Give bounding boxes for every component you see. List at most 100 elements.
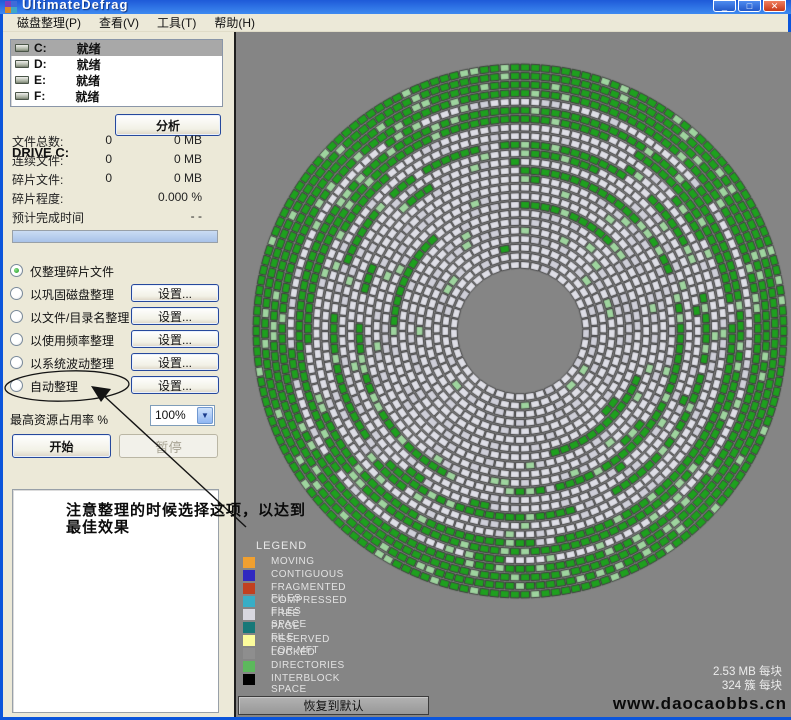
legend-item: COMPRESSED FILES bbox=[243, 595, 307, 608]
legend-swatch bbox=[243, 609, 255, 620]
radio-0[interactable] bbox=[10, 264, 23, 277]
stat-count: 0 bbox=[105, 171, 112, 185]
stat-count: 0 bbox=[105, 152, 112, 166]
option-label: 仅整理碎片文件 bbox=[30, 263, 114, 280]
option-row-4: 以系统波动整理设置... bbox=[10, 352, 222, 374]
legend-swatch bbox=[243, 622, 255, 633]
drive-row-F[interactable]: F: 就绪 bbox=[11, 88, 222, 104]
radio-3[interactable] bbox=[10, 333, 23, 346]
drive-status: 就绪 bbox=[75, 88, 99, 105]
title-bar: UltimateDefrag _ □ ✕ bbox=[0, 0, 791, 14]
settings-button-2[interactable]: 设置... bbox=[131, 307, 219, 325]
block-info: 2.53 MB 每块 324 簇 每块 bbox=[713, 665, 782, 693]
stat-label: 碎片程度: bbox=[12, 190, 63, 207]
menu-item-2[interactable]: 工具(T) bbox=[148, 13, 205, 32]
stat-label: 文件总数: bbox=[12, 133, 63, 150]
option-label: 以巩固磁盘整理 bbox=[30, 286, 114, 303]
legend-label: DIRECTORIES bbox=[271, 660, 345, 671]
maximize-button[interactable]: □ bbox=[738, 0, 761, 12]
legend-title: LEGEND bbox=[256, 540, 307, 552]
stat-label: 预计完成时间 bbox=[12, 209, 84, 226]
drive-status: 就绪 bbox=[76, 72, 100, 89]
legend: LEGEND MOVINGCONTIGUOUSFRAGMENTED FILESC… bbox=[243, 540, 307, 686]
drive-letter: E: bbox=[34, 73, 46, 87]
settings-button-3[interactable]: 设置... bbox=[131, 330, 219, 348]
stat-row: 预计完成时间 - - bbox=[12, 209, 218, 228]
stat-size: 0 MB bbox=[174, 152, 202, 166]
chevron-down-icon[interactable]: ▼ bbox=[197, 407, 213, 424]
stat-row: 碎片文件: 0 0 MB bbox=[12, 171, 218, 190]
drive-letter: F: bbox=[34, 89, 45, 103]
option-label: 以系统波动整理 bbox=[30, 355, 114, 372]
legend-label: INTERBLOCK SPACE bbox=[271, 673, 340, 695]
minimize-button[interactable]: _ bbox=[713, 0, 736, 12]
legend-item: LOCKED bbox=[243, 647, 307, 660]
option-row-5: 自动整理设置... bbox=[10, 375, 222, 397]
option-row-3: 以使用频率整理设置... bbox=[10, 329, 222, 351]
legend-item: FREE SPACE bbox=[243, 608, 307, 621]
drive-row-C[interactable]: C: 就绪 bbox=[11, 40, 222, 56]
stat-row: 碎片程度: 0.000 % bbox=[12, 190, 218, 209]
radio-1[interactable] bbox=[10, 287, 23, 300]
drive-row-E[interactable]: E: 就绪 bbox=[11, 72, 222, 88]
stat-size: 0.000 % bbox=[158, 190, 202, 204]
control-panel: C:就绪D:就绪E:就绪F:就绪 DRIVE C: 分析 文件总数:00 MB连… bbox=[3, 32, 231, 717]
stat-count: 0 bbox=[105, 133, 112, 147]
stat-size: - - bbox=[191, 209, 202, 223]
pause-button: 暂停 bbox=[119, 434, 218, 458]
stat-label: 连续文件: bbox=[12, 152, 63, 169]
window-title: UltimateDefrag bbox=[22, 0, 128, 12]
legend-item: MOVING bbox=[243, 556, 307, 569]
radio-2[interactable] bbox=[10, 310, 23, 323]
option-row-0: 仅整理碎片文件 bbox=[10, 260, 222, 282]
legend-item: DIRECTORIES bbox=[243, 660, 307, 673]
option-row-2: 以文件/目录名整理设置... bbox=[10, 306, 222, 328]
resource-usage-label: 最高资源占用率 % bbox=[10, 411, 108, 428]
legend-item: INTERBLOCK SPACE bbox=[243, 673, 307, 686]
radio-4[interactable] bbox=[10, 356, 23, 369]
cluster-size-text: 324 簇 每块 bbox=[713, 679, 782, 693]
option-label: 以文件/目录名整理 bbox=[30, 309, 129, 326]
restore-default-button[interactable]: 恢复到默认 bbox=[238, 696, 429, 715]
drive-letter: C: bbox=[34, 41, 47, 55]
legend-swatch bbox=[243, 674, 255, 685]
drive-status: 就绪 bbox=[77, 40, 101, 57]
drive-icon bbox=[15, 60, 29, 68]
legend-label: LOCKED bbox=[271, 647, 315, 658]
watermark-text: www.daocaobbs.cn bbox=[613, 694, 787, 714]
stat-row: 连续文件: 0 0 MB bbox=[12, 152, 218, 171]
menu-item-1[interactable]: 查看(V) bbox=[90, 13, 148, 32]
drive-list[interactable]: C:就绪D:就绪E:就绪F:就绪 bbox=[10, 39, 223, 107]
legend-item: RESERVED FOR MFT bbox=[243, 634, 307, 647]
settings-button-4[interactable]: 设置... bbox=[131, 353, 219, 371]
legend-swatch bbox=[243, 557, 255, 568]
drive-status: 就绪 bbox=[77, 56, 101, 73]
radio-5[interactable] bbox=[10, 379, 23, 392]
stat-row: 文件总数:00 MB bbox=[12, 133, 218, 152]
settings-button-5[interactable]: 设置... bbox=[131, 376, 219, 394]
stat-size: 0 MB bbox=[174, 171, 202, 185]
legend-swatch bbox=[243, 596, 255, 607]
close-button[interactable]: ✕ bbox=[763, 0, 786, 12]
start-button[interactable]: 开始 bbox=[12, 434, 111, 458]
legend-item: PAGE FILE bbox=[243, 621, 307, 634]
legend-swatch bbox=[243, 570, 255, 581]
legend-label: CONTIGUOUS bbox=[271, 569, 344, 580]
legend-swatch bbox=[243, 661, 255, 672]
legend-item: CONTIGUOUS bbox=[243, 569, 307, 582]
settings-button-1[interactable]: 设置... bbox=[131, 284, 219, 302]
drive-row-D[interactable]: D:就绪 bbox=[11, 56, 222, 72]
stats-table: 文件总数:00 MB连续文件:00 MB碎片文件:00 MB碎片程度:0.000… bbox=[12, 133, 218, 228]
menu-bar: 磁盘整理(P)查看(V)工具(T)帮助(H) bbox=[3, 14, 788, 32]
resource-usage-select[interactable]: 100% ▼ bbox=[150, 405, 215, 426]
drive-icon bbox=[15, 76, 29, 84]
menu-item-0[interactable]: 磁盘整理(P) bbox=[8, 13, 90, 32]
legend-swatch bbox=[243, 635, 255, 646]
menu-item-3[interactable]: 帮助(H) bbox=[205, 13, 264, 32]
legend-label: MOVING bbox=[271, 556, 315, 567]
report-listbox[interactable] bbox=[12, 489, 219, 713]
progress-bar bbox=[12, 230, 218, 243]
option-row-1: 以巩固磁盘整理设置... bbox=[10, 283, 222, 305]
resource-usage-value: 100% bbox=[155, 408, 186, 422]
stat-label: 碎片文件: bbox=[12, 171, 63, 188]
